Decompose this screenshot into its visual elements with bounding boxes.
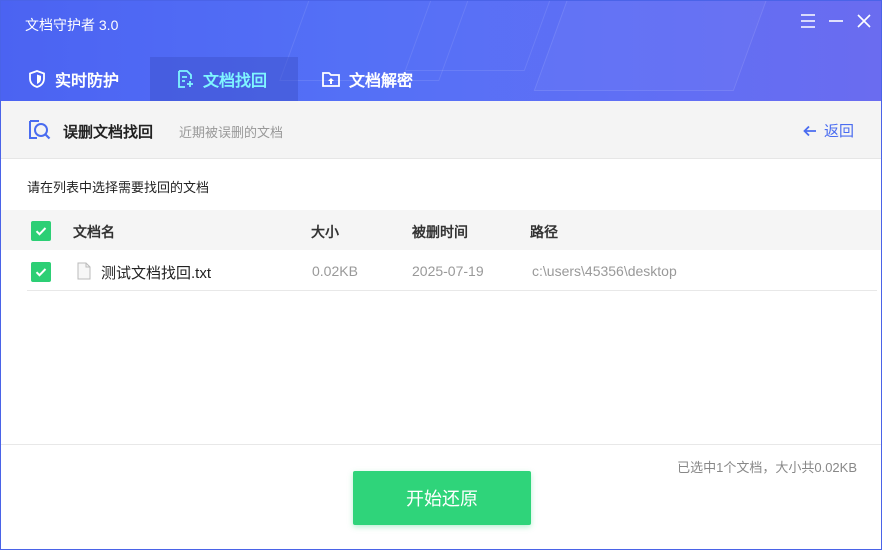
- document-recover-icon: [175, 69, 195, 89]
- folder-unlock-icon: [321, 69, 341, 89]
- start-restore-button[interactable]: 开始还原: [353, 471, 531, 525]
- section-description: 近期被误删的文档: [179, 125, 284, 140]
- footer-divider: [1, 444, 881, 445]
- tab-document-recovery[interactable]: 文档找回: [150, 57, 298, 101]
- instruction-text: 请在列表中选择需要找回的文档: [27, 180, 210, 195]
- tab-label: 实时防护: [55, 73, 120, 90]
- column-header-size: 大小: [311, 224, 339, 240]
- file-icon: [77, 262, 91, 280]
- row-checkbox[interactable]: [31, 262, 51, 282]
- file-deleted-time: 2025-07-19: [412, 263, 484, 279]
- selection-summary: 已选中1个文档，大小共0.02KB: [677, 460, 857, 475]
- column-header-deleted-time: 被删时间: [412, 224, 468, 240]
- column-header-path: 路径: [530, 224, 558, 240]
- section-header: 误删文档找回 近期被误删的文档 返回: [1, 101, 881, 159]
- title-bar: 文档守护者 3.0 实时防护 文档找回 文档解密: [1, 1, 881, 101]
- close-icon[interactable]: [854, 11, 874, 31]
- checkmark-icon: [35, 268, 47, 277]
- header-decoration: [533, 1, 789, 91]
- arrow-left-icon: [803, 125, 816, 136]
- checkmark-icon: [35, 227, 47, 236]
- header-decoration: [404, 1, 558, 71]
- file-name: 测试文档找回.txt: [101, 265, 212, 282]
- minimize-icon[interactable]: [826, 11, 846, 31]
- table-header: 文档名 大小 被删时间 路径: [1, 210, 881, 250]
- tab-realtime-protection[interactable]: 实时防护: [27, 57, 119, 101]
- tab-document-decrypt[interactable]: 文档解密: [321, 57, 413, 101]
- column-header-name: 文档名: [73, 224, 115, 240]
- select-all-checkbox[interactable]: [31, 221, 51, 241]
- app-window: 文档守护者 3.0 实时防护 文档找回 文档解密 误删文档找回 近期被误删的文档…: [0, 0, 882, 550]
- back-label: 返回: [824, 123, 855, 140]
- app-title: 文档守护者 3.0: [25, 17, 119, 33]
- file-path: c:\users\45356\desktop: [532, 263, 677, 279]
- search-document-icon: [27, 118, 51, 142]
- tab-label: 文档解密: [349, 73, 414, 90]
- file-size: 0.02KB: [312, 263, 358, 279]
- shield-icon: [27, 69, 47, 89]
- back-button[interactable]: 返回: [802, 120, 854, 141]
- tab-label: 文档找回: [203, 73, 268, 90]
- section-title: 误删文档找回: [63, 124, 154, 141]
- menu-icon[interactable]: [798, 11, 818, 31]
